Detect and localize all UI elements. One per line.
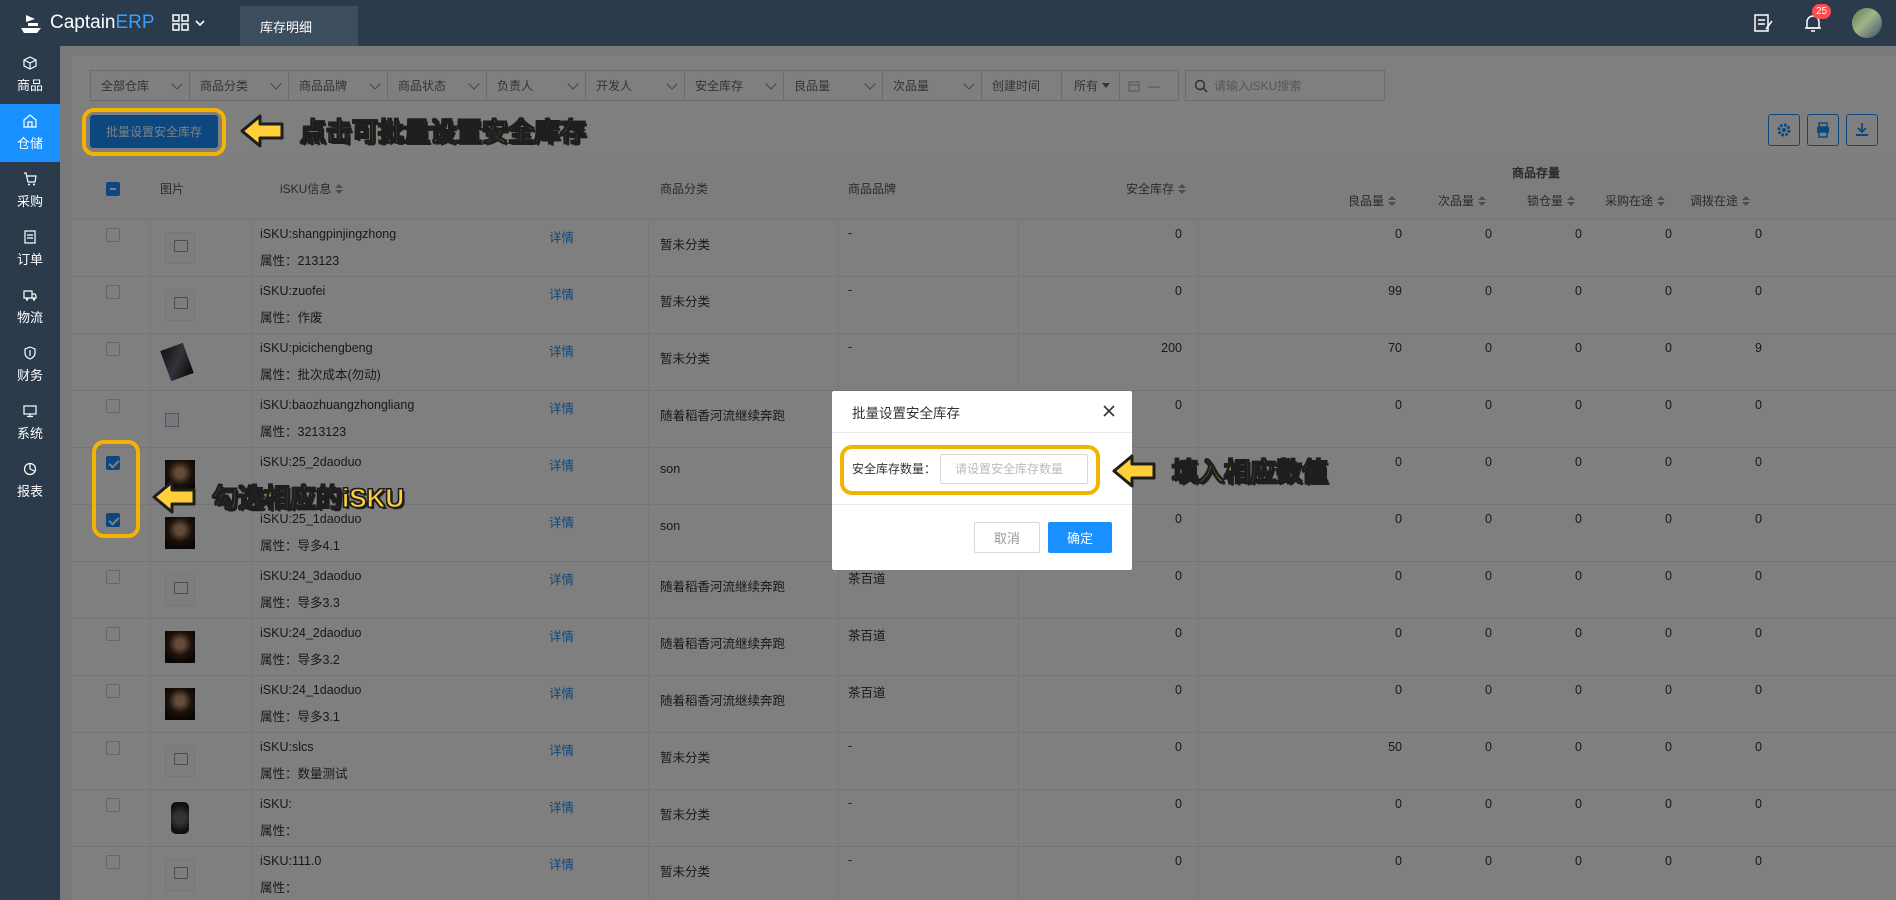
chevron-down-icon [195, 20, 205, 27]
cart-icon [24, 172, 37, 186]
highlight-checkboxes [92, 440, 140, 538]
brand-captain: Captain [50, 12, 116, 33]
callout-input: 填入相应数值 [1110, 452, 1329, 489]
order-icon [24, 230, 36, 244]
highlight-input [840, 445, 1100, 495]
finance-icon [24, 346, 36, 360]
truck-icon [23, 290, 37, 301]
sidebar-item-orders[interactable]: 订单 [0, 220, 60, 278]
sidebar-item-logistics[interactable]: 物流 [0, 278, 60, 336]
highlight-batch-button [82, 108, 226, 156]
sidebar-item-finance[interactable]: 财务 [0, 336, 60, 394]
sidebar-item-purchase[interactable]: 采购 [0, 162, 60, 220]
sidebar-item-warehouse[interactable]: 仓储 [0, 104, 60, 162]
top-bar: Captain ERP 库存明细 25 [0, 0, 1896, 46]
tab-inventory-detail[interactable]: 库存明细 [240, 6, 358, 46]
dialog-header: 批量设置安全库存 [832, 391, 1132, 433]
sidebar-item-system[interactable]: 系统 [0, 394, 60, 452]
arrow-left-icon [152, 480, 196, 513]
report-icon [23, 462, 37, 476]
callout-batch: 点击可批量设置安全库存 [238, 112, 587, 149]
brand-erp: ERP [115, 12, 155, 33]
sidebar-item-reports[interactable]: 报表 [0, 452, 60, 510]
confirm-button[interactable]: 确定 [1048, 521, 1112, 553]
cancel-button[interactable]: 取消 [974, 521, 1040, 553]
notification-bell[interactable]: 25 [1802, 4, 1832, 34]
app-switcher[interactable] [172, 14, 210, 32]
sidebar-item-products[interactable]: 商品 [0, 46, 60, 104]
task-list-icon[interactable] [1752, 12, 1774, 34]
close-icon[interactable] [1102, 404, 1116, 418]
notification-badge: 25 [1812, 4, 1832, 19]
grid-icon [172, 14, 189, 31]
sidebar: 商品 仓储 采购 订单 物流 财务 系统 报表 [0, 46, 60, 900]
warehouse-icon [23, 114, 37, 128]
callout-check: 勾选相应的iSKU [150, 478, 405, 515]
dialog-title: 批量设置安全库存 [852, 405, 960, 421]
user-avatar[interactable] [1852, 8, 1882, 38]
ship-logo-icon [21, 15, 41, 33]
cube-icon [23, 56, 37, 70]
arrow-left-icon [240, 114, 284, 147]
arrow-left-icon [1112, 454, 1156, 487]
app-logo[interactable]: Captain ERP [0, 10, 160, 36]
system-icon [23, 405, 37, 418]
dialog-footer: 取消 确定 [832, 505, 1132, 569]
